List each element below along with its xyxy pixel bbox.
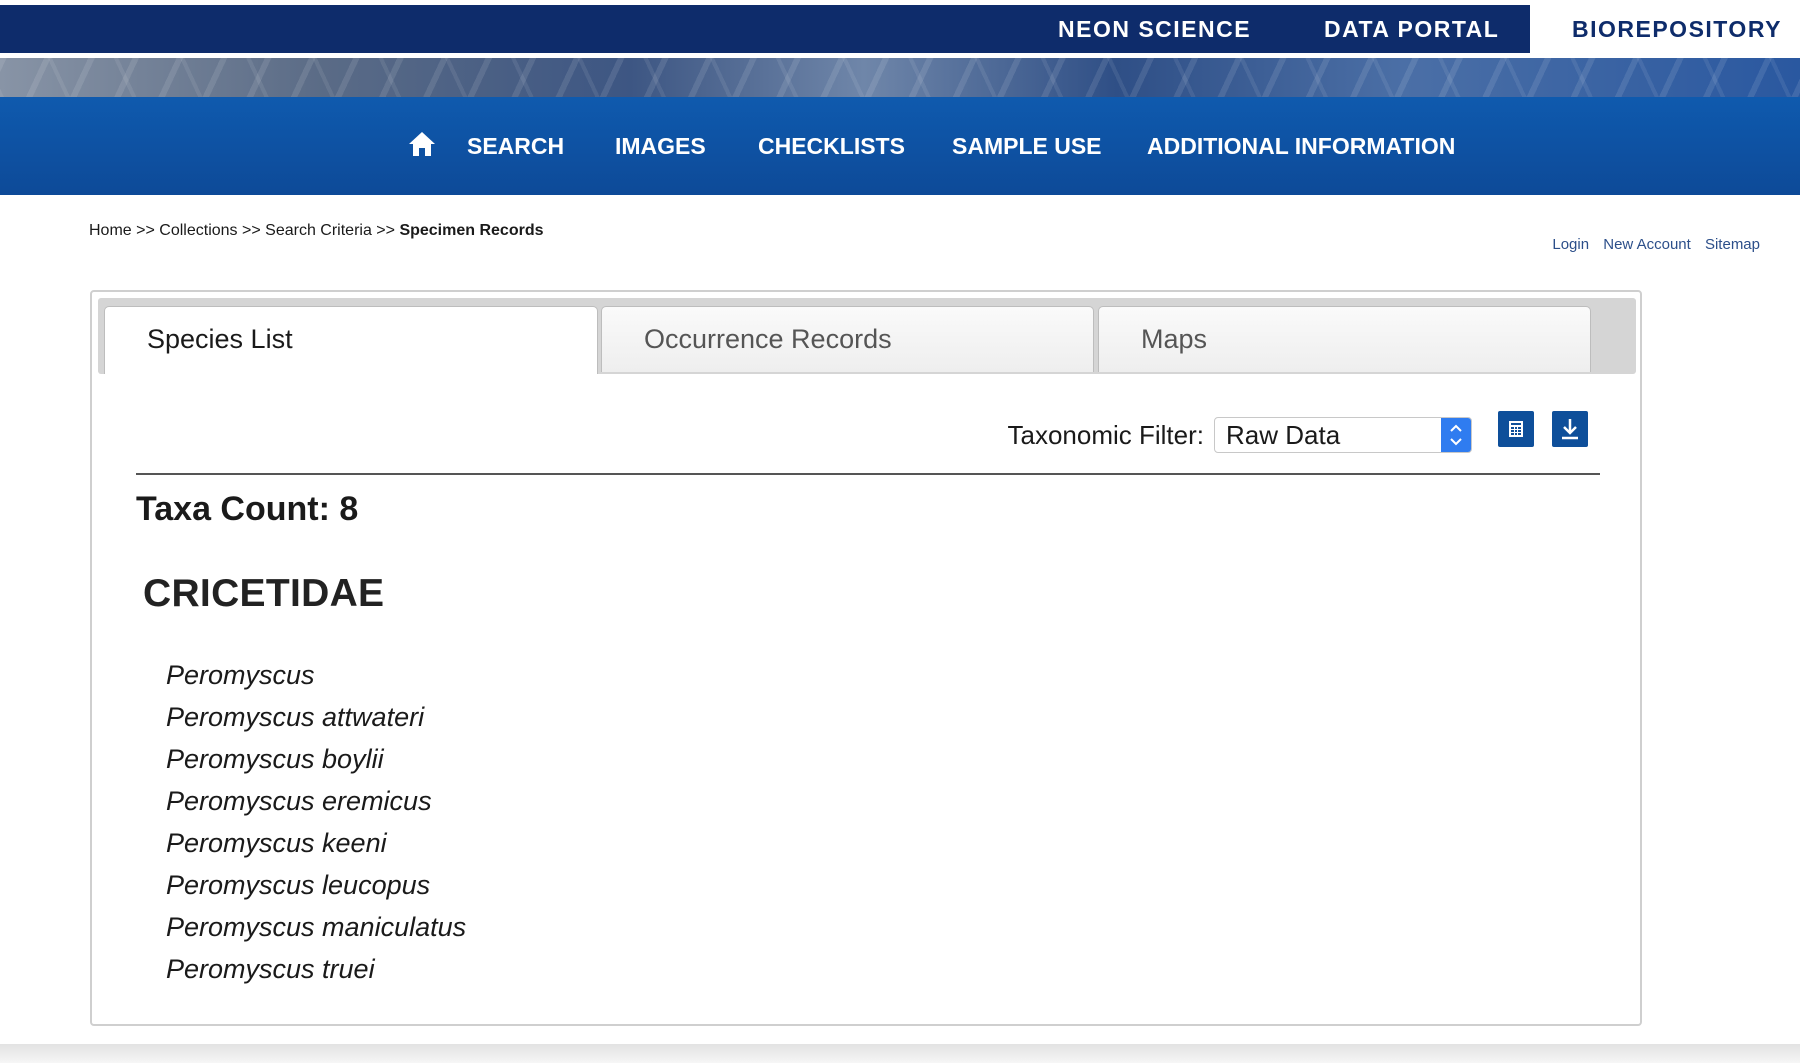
family-heading: CRICETIDAE [143, 572, 385, 615]
breadcrumb-collections[interactable]: Collections [159, 222, 237, 239]
tab-strip: Species List Occurrence Records Maps [98, 298, 1636, 374]
breadcrumb-home[interactable]: Home [89, 222, 132, 239]
table-icon[interactable] [1498, 411, 1534, 447]
nav-checklists[interactable]: CHECKLISTS [758, 97, 905, 195]
select-arrows-icon [1441, 418, 1471, 452]
taxonomic-filter-select[interactable]: Raw Data [1214, 417, 1472, 453]
download-icon[interactable] [1552, 411, 1588, 447]
topbar-link-neon-science[interactable]: NEON SCIENCE [1058, 5, 1251, 53]
species-item[interactable]: Peromyscus keeni [166, 822, 466, 864]
breadcrumb-separator: >> [376, 222, 395, 239]
main-nav: SEARCH IMAGES CHECKLISTS SAMPLE USE ADDI… [0, 97, 1800, 195]
nav-sample-use[interactable]: SAMPLE USE [952, 97, 1102, 195]
breadcrumb-separator: >> [242, 222, 261, 239]
home-icon[interactable] [408, 131, 436, 157]
species-list: Peromyscus Peromyscus attwateri Peromysc… [166, 654, 466, 990]
banner-image [0, 58, 1800, 98]
taxonomic-filter-label: Taxonomic Filter: [1007, 420, 1205, 450]
tab-maps[interactable]: Maps [1098, 306, 1591, 372]
nav-images[interactable]: IMAGES [615, 97, 706, 195]
sitemap-link[interactable]: Sitemap [1705, 236, 1760, 253]
species-item[interactable]: Peromyscus eremicus [166, 780, 466, 822]
tab-occurrence-records[interactable]: Occurrence Records [601, 306, 1094, 372]
breadcrumb-separator: >> [136, 222, 155, 239]
tab-species-list[interactable]: Species List [104, 306, 598, 374]
login-link[interactable]: Login [1552, 236, 1589, 253]
breadcrumb: Home >> Collections >> Search Criteria >… [89, 222, 544, 240]
top-bar: NEON SCIENCE DATA PORTAL BIOREPOSITORY [0, 5, 1800, 53]
breadcrumb-current: Specimen Records [399, 222, 544, 239]
topbar-link-data-portal[interactable]: DATA PORTAL [1324, 5, 1499, 53]
species-item[interactable]: Peromyscus [166, 654, 466, 696]
taxa-count: Taxa Count: 8 [136, 490, 359, 528]
results-panel: Species List Occurrence Records Maps Tax… [90, 290, 1642, 1026]
species-item[interactable]: Peromyscus leucopus [166, 864, 466, 906]
breadcrumb-search-criteria[interactable]: Search Criteria [265, 222, 372, 239]
bottom-edge [0, 1044, 1800, 1063]
utility-links: Login New Account Sitemap [1542, 236, 1760, 253]
nav-search[interactable]: SEARCH [467, 97, 564, 195]
toolbar-divider [136, 473, 1600, 475]
new-account-link[interactable]: New Account [1603, 236, 1691, 253]
species-item[interactable]: Peromyscus attwateri [166, 696, 466, 738]
species-item[interactable]: Peromyscus boylii [166, 738, 466, 780]
topbar-link-biorepository[interactable]: BIOREPOSITORY [1530, 5, 1800, 53]
taxonomic-filter-value: Raw Data [1226, 420, 1341, 450]
nav-additional-information[interactable]: ADDITIONAL INFORMATION [1147, 97, 1455, 195]
species-item[interactable]: Peromyscus truei [166, 948, 466, 990]
species-item[interactable]: Peromyscus maniculatus [166, 906, 466, 948]
